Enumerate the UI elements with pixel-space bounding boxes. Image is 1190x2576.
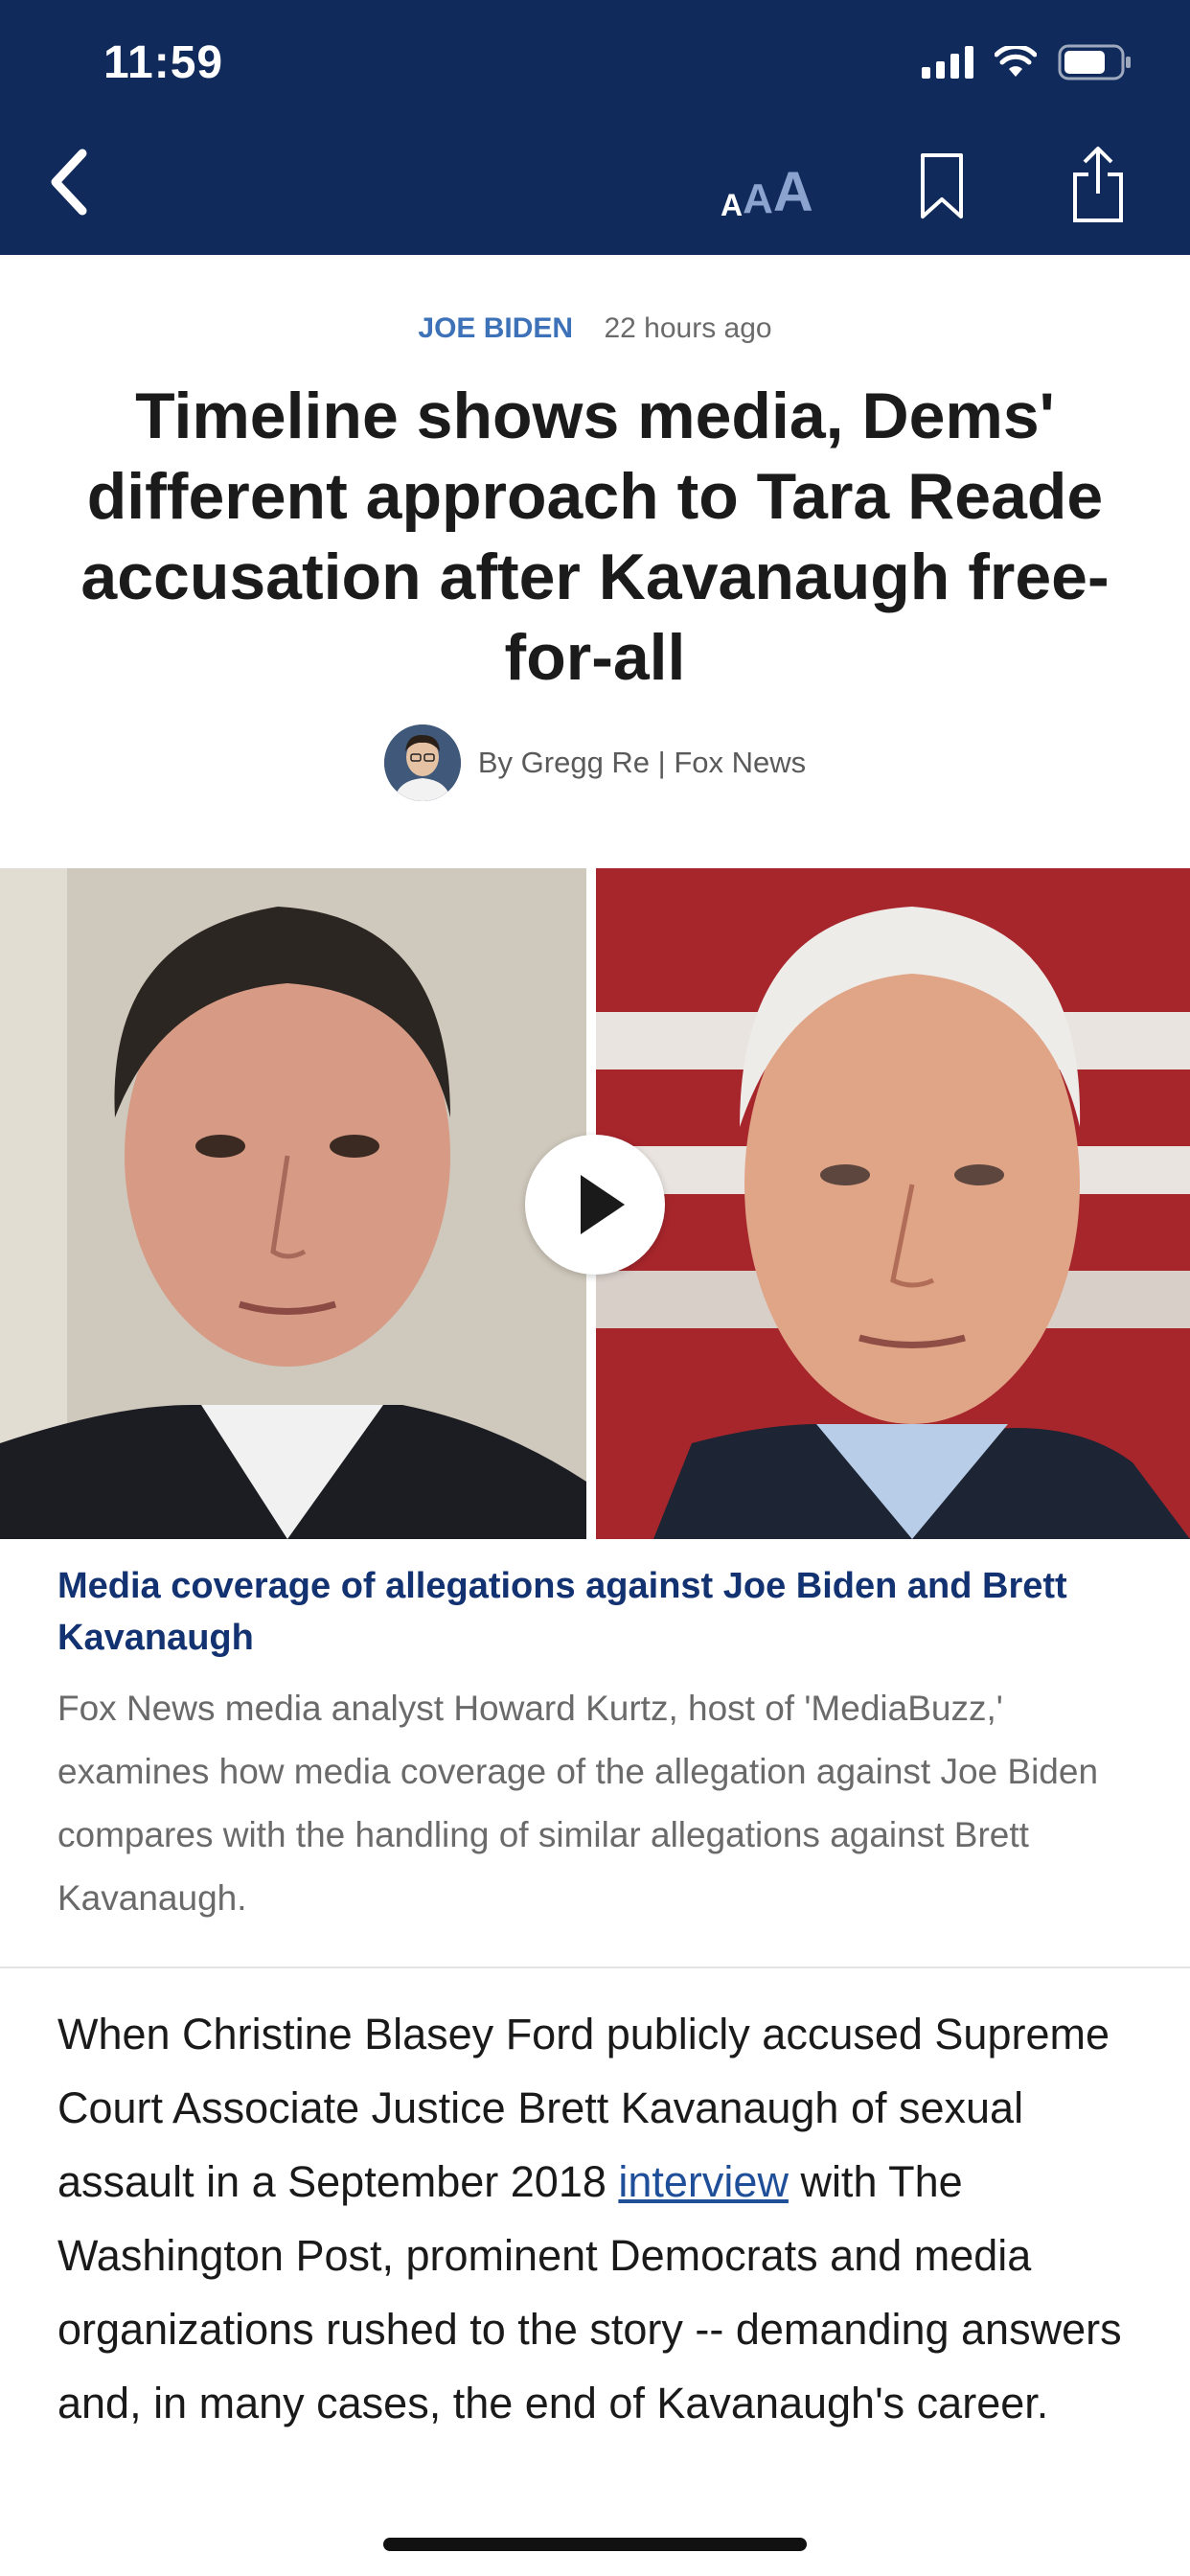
battery-icon [1058,44,1131,80]
video-caption-description: Fox News media analyst Howard Kurtz, hos… [57,1689,1099,1918]
section-divider [0,1966,1190,1968]
video-caption-title[interactable]: Media coverage of allegations against Jo… [57,1560,1140,1664]
wifi-icon [995,46,1037,77]
article-headline: Timeline shows media, Dems' different ap… [80,380,1110,694]
bookmark-icon[interactable] [918,151,966,220]
video-thumbnail-left [0,868,586,1539]
video-thumbnail-right [596,868,1190,1539]
author-avatar [383,724,461,801]
play-icon[interactable] [525,1135,665,1275]
text-size-icon[interactable]: A A A [721,153,813,223]
article-timestamp: 22 hours ago [604,312,772,344]
video-player[interactable] [0,868,1190,1539]
byline: By Gregg Re | Fox News [0,724,1190,801]
status-icons [922,38,1133,86]
text-size-small-glyph: A [721,188,744,222]
status-time: 11:59 [103,37,224,88]
cellular-signal-icon [922,46,973,79]
interview-link[interactable]: interview [618,2157,789,2206]
byline-text[interactable]: By Gregg Re | Fox News [478,746,806,780]
text-size-large-glyph: A [772,161,813,223]
chevron-left-icon[interactable] [42,144,100,220]
category-tag[interactable]: JOE BIDEN [418,312,573,344]
top-nav-bar: 11:59 A A A [0,0,1190,255]
article-body-paragraph: When Christine Blasey Ford publicly accu… [57,1997,1150,2440]
home-indicator[interactable] [383,2538,807,2551]
article-meta: JOE BIDEN 22 hours ago [0,312,1190,345]
share-icon[interactable] [1069,146,1127,224]
text-size-medium-glyph: A [743,175,773,222]
